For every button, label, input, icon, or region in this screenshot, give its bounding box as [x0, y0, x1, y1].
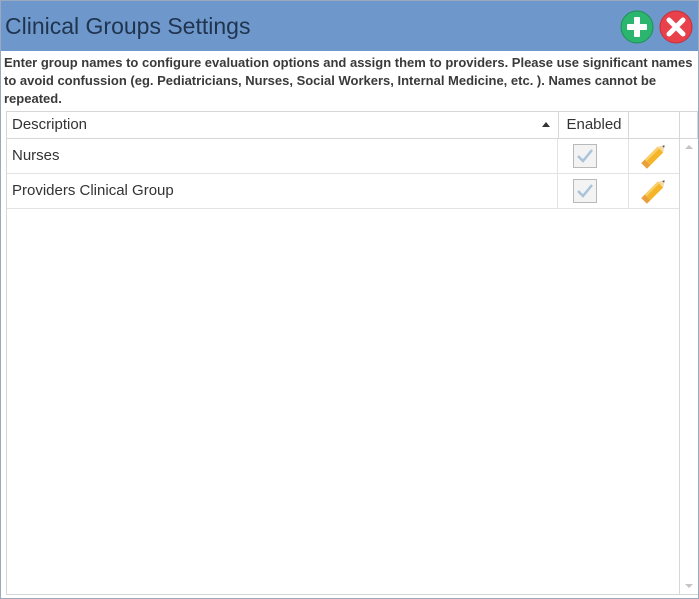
scroll-down-arrow-icon[interactable]: [683, 580, 695, 592]
vertical-scrollbar[interactable]: [679, 139, 698, 594]
table-row[interactable]: Providers Clinical Group: [7, 174, 679, 209]
row-enabled-cell: [557, 174, 628, 208]
clinical-groups-grid: Description Enabled Nurses Providers Cli…: [6, 111, 698, 595]
enabled-checkbox[interactable]: [573, 179, 597, 203]
scroll-up-arrow-icon[interactable]: [683, 141, 695, 153]
window-title: Clinical Groups Settings: [5, 13, 251, 39]
clinical-groups-window: Clinical Groups Settings Enter group nam…: [0, 0, 699, 599]
pencil-icon: [641, 180, 665, 204]
column-header-edit: [628, 112, 680, 138]
checkmark-icon: [577, 149, 593, 163]
row-enabled-cell: [557, 139, 628, 173]
sort-ascending-icon: [542, 122, 550, 127]
add-group-button[interactable]: [620, 10, 654, 44]
edit-button[interactable]: [638, 176, 670, 206]
column-header-description-label: Description: [12, 116, 88, 133]
column-header-enabled[interactable]: Enabled: [558, 112, 629, 138]
edit-button[interactable]: [638, 141, 670, 171]
pencil-icon: [641, 145, 665, 169]
row-edit-cell: [628, 174, 680, 208]
title-bar: Clinical Groups Settings: [1, 1, 698, 51]
plus-circle-icon: [620, 10, 654, 44]
row-description: Nurses: [12, 147, 60, 164]
enabled-checkbox[interactable]: [573, 144, 597, 168]
x-circle-icon: [659, 10, 693, 44]
column-header-description[interactable]: Description: [7, 112, 557, 138]
table-row[interactable]: Nurses: [7, 139, 679, 174]
grid-header: Description Enabled: [7, 112, 697, 139]
instructions-text: Enter group names to configure evaluatio…: [4, 55, 693, 106]
column-header-scroll-spacer: [679, 112, 698, 138]
checkmark-icon: [577, 184, 593, 198]
row-description: Providers Clinical Group: [12, 182, 174, 199]
row-edit-cell: [628, 139, 680, 173]
close-button[interactable]: [659, 10, 693, 44]
